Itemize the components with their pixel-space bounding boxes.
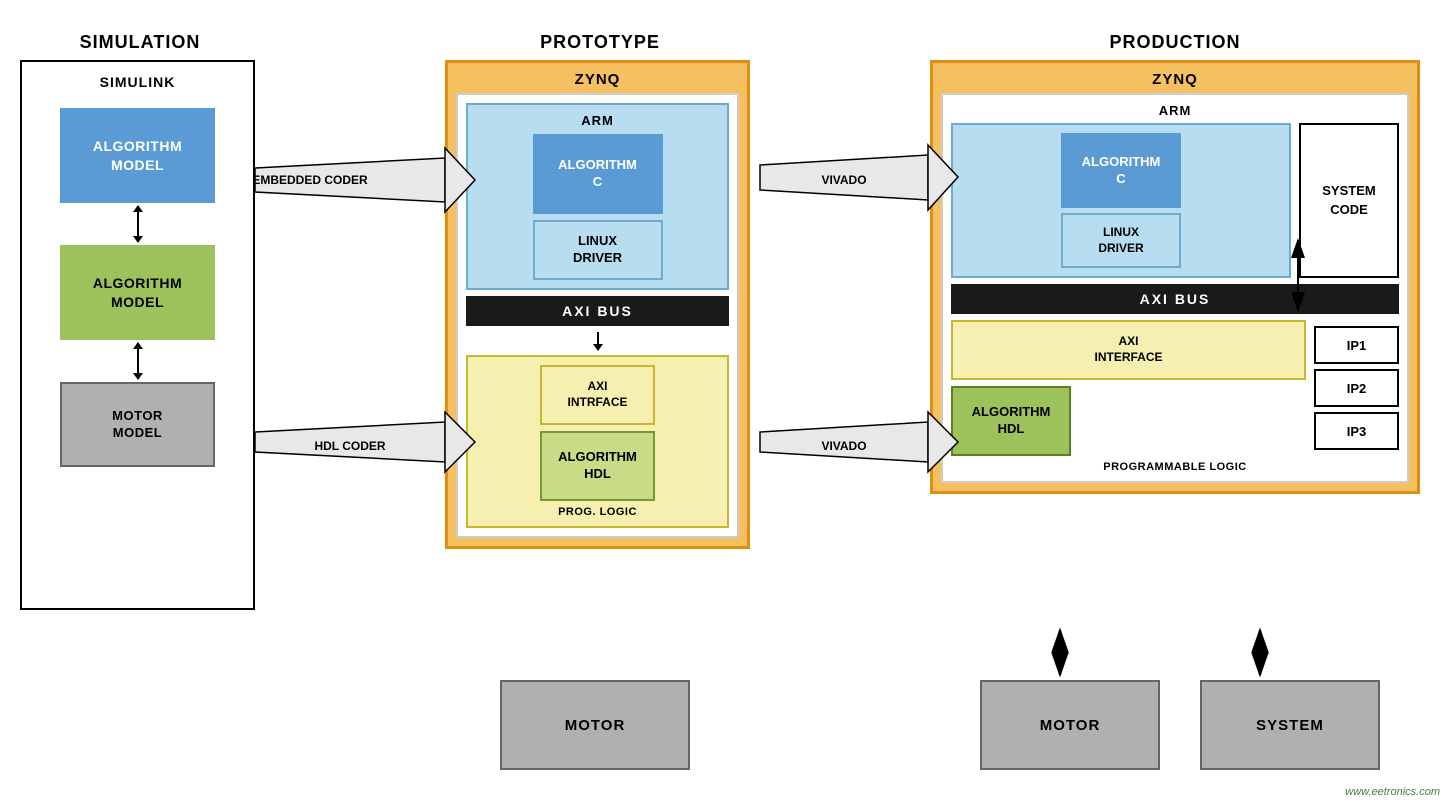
- diagram-container: SIMULATION PROTOTYPE PRODUCTION SIMULINK…: [0, 0, 1452, 806]
- prod-arm-label: ARM: [951, 103, 1399, 118]
- prod-axi-interface: AXIINTERFACE: [951, 320, 1306, 380]
- prod-motor-box: MOTOR: [980, 680, 1160, 770]
- production-title: PRODUCTION: [930, 32, 1420, 53]
- simulation-title: SIMULATION: [20, 32, 260, 53]
- hdl-coder-label: HDL CODER: [314, 439, 385, 453]
- simulink-label: SIMULINK: [34, 74, 241, 90]
- algo-model-green-sim: ALGORITHMMODEL: [60, 245, 215, 340]
- vivado-bottom-arrow-body: [760, 422, 928, 462]
- simulation-box: SIMULINK ALGORITHMMODEL ALGORITHMMODEL M…: [20, 60, 255, 610]
- proto-motor-box: MOTOR: [500, 680, 690, 770]
- prod-system-code: SYSTEMCODE: [1299, 123, 1399, 278]
- prod-system-box: SYSTEM: [1200, 680, 1380, 770]
- proto-algorithm-c: ALGORITHMC: [533, 134, 663, 214]
- axi-arrow-head: [593, 344, 603, 351]
- arrow-line-2: [137, 349, 139, 373]
- prod-ip2: IP2: [1314, 369, 1399, 407]
- embedded-coder-arrow-body: [255, 158, 445, 202]
- proto-algorithm-hdl: ALGORITHMHDL: [540, 431, 655, 501]
- proto-axi-interface: AXIINTRFACE: [540, 365, 655, 425]
- arrow-line-1: [137, 212, 139, 236]
- prod-axi-bus: AXI BUS: [951, 284, 1399, 314]
- motor-model-sim: MOTORMODEL: [60, 382, 215, 467]
- proto-axi-bus: AXI BUS: [466, 296, 729, 326]
- axi-arrow-line: [597, 332, 599, 344]
- prod-ip1: IP1: [1314, 326, 1399, 364]
- arrow-up-2: [133, 342, 143, 349]
- prod-zynq-label: ZYNQ: [941, 71, 1409, 88]
- prod-linux-driver: LINUXDRIVER: [1061, 213, 1181, 268]
- prod-ip3: IP3: [1314, 412, 1399, 450]
- arrow-down-2: [133, 373, 143, 380]
- proto-linux-driver: LINUXDRIVER: [533, 220, 663, 280]
- prototype-title: PROTOTYPE: [440, 32, 760, 53]
- vivado-top-arrow-body: [760, 155, 928, 200]
- prod-algorithm-hdl: ALGORITHMHDL: [951, 386, 1071, 456]
- vivado-bottom-label: VIVADO: [821, 439, 866, 453]
- arrow-up-1: [133, 205, 143, 212]
- vivado-top-label: VIVADO: [821, 173, 866, 187]
- algo-model-blue-sim: ALGORITHMMODEL: [60, 108, 215, 203]
- embedded-coder-label: EMBEDDED CODER: [252, 173, 368, 187]
- proto-arm-label: ARM: [476, 113, 719, 128]
- proto-zynq-label: ZYNQ: [456, 71, 739, 88]
- prod-algorithm-c: ALGORITHMC: [1061, 133, 1181, 208]
- hdl-coder-arrow-body: [255, 422, 445, 462]
- proto-prog-logic-label: PROG. LOGIC: [476, 506, 719, 518]
- prod-prog-logic-label: PROGRAMMABLE LOGIC: [951, 461, 1399, 473]
- prototype-zynq-box: ZYNQ ARM ALGORITHMC LINUXDRIVER AXI BUS: [445, 60, 750, 549]
- production-zynq-box: ZYNQ ARM ALGORITHMC LINUXDRIVER: [930, 60, 1420, 494]
- arrow-down-1: [133, 236, 143, 243]
- watermark: www.eetronics.com: [1345, 786, 1440, 798]
